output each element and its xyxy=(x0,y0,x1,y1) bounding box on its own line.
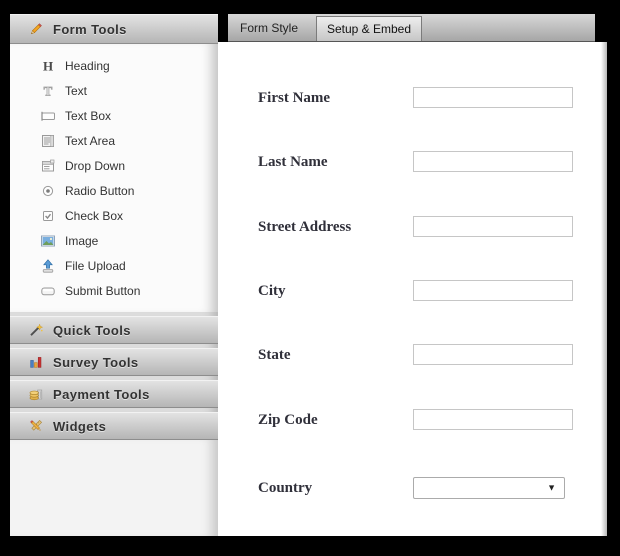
tab-label: Form Style xyxy=(239,20,298,35)
textbox-icon xyxy=(41,111,55,121)
tool-item-submit-button[interactable]: Submit Button xyxy=(40,278,218,303)
panel-edge-shadow xyxy=(601,42,607,536)
tool-item-label: Drop Down xyxy=(65,158,126,173)
first-name-input[interactable] xyxy=(413,87,573,108)
image-icon xyxy=(41,235,55,246)
tool-item-label: Text Box xyxy=(65,108,112,123)
field-label: First Name xyxy=(258,90,331,106)
tool-item-text-area[interactable]: Text Area xyxy=(40,128,218,153)
tool-item-label: Text Area xyxy=(65,133,116,148)
form-field-row: First Name xyxy=(258,87,607,110)
tool-item-label: File Upload xyxy=(65,258,126,273)
textarea-icon xyxy=(42,134,54,147)
form-field-row: Last Name xyxy=(258,151,607,174)
form-field-row: City xyxy=(258,280,607,303)
button-icon xyxy=(41,287,55,295)
field-label: Last Name xyxy=(258,154,328,170)
form-field-row: Country ▼ xyxy=(258,477,607,500)
radio-icon xyxy=(42,185,54,196)
wand-icon xyxy=(30,323,44,336)
zip-code-input[interactable] xyxy=(413,409,573,430)
field-label: Zip Code xyxy=(258,412,318,428)
svg-text:H: H xyxy=(43,58,53,73)
text-icon: T xyxy=(43,83,53,99)
city-input[interactable] xyxy=(413,280,573,301)
section-label: Widgets xyxy=(53,418,107,434)
tool-item-label: Image xyxy=(65,233,99,248)
section-label: Survey Tools xyxy=(53,354,139,370)
checkbox-icon xyxy=(43,210,53,221)
dropdown-arrow-icon: ▼ xyxy=(547,482,556,493)
street-address-input[interactable] xyxy=(413,216,573,237)
field-label: Street Address xyxy=(258,219,352,235)
tools-sidebar: Form Tools H Heading T Text Text Box Tex… xyxy=(10,14,218,536)
form-tools-list: H Heading T Text Text Box Text Area Drop… xyxy=(10,44,218,312)
tool-item-image[interactable]: Image xyxy=(40,228,218,253)
form-field-row: State xyxy=(258,344,607,367)
tool-item-file-upload[interactable]: File Upload xyxy=(40,253,218,278)
form-preview-panel: First Name Last Name Street Address City… xyxy=(218,42,607,536)
bar-chart-icon xyxy=(30,357,42,368)
section-header-widgets[interactable]: Widgets xyxy=(10,412,218,440)
section-label: Form Tools xyxy=(53,21,127,37)
form-field-row: Street Address xyxy=(258,216,607,239)
top-tab-bar: Form Style Setup & Embed xyxy=(228,14,595,42)
heading-icon: H xyxy=(43,58,53,73)
tool-item-text[interactable]: T Text xyxy=(40,78,218,103)
form-builder-window: Form Tools H Heading T Text Text Box Tex… xyxy=(0,0,620,556)
section-header-payment-tools[interactable]: Payment Tools xyxy=(10,380,218,408)
form-field-row: Zip Code xyxy=(258,409,607,432)
tool-item-label: Text xyxy=(65,83,88,98)
widgets-icon xyxy=(30,419,43,431)
tool-item-label: Radio Button xyxy=(65,183,135,198)
section-header-survey-tools[interactable]: Survey Tools xyxy=(10,348,218,376)
section-header-quick-tools[interactable]: Quick Tools xyxy=(10,316,218,344)
tool-item-drop-down[interactable]: Drop Down xyxy=(40,153,218,178)
last-name-input[interactable] xyxy=(413,151,573,172)
tab-setup-embed[interactable]: Setup & Embed xyxy=(316,16,422,41)
section-header-form-tools[interactable]: Form Tools xyxy=(10,14,218,44)
country-select[interactable]: ▼ xyxy=(413,477,565,499)
coins-icon xyxy=(29,389,43,401)
sidebar-empty-area xyxy=(10,440,218,536)
tool-item-label: Check Box xyxy=(65,208,124,223)
tool-item-check-box[interactable]: Check Box xyxy=(40,203,218,228)
tool-item-heading[interactable]: H Heading xyxy=(40,53,218,78)
tab-label: Setup & Embed xyxy=(326,22,412,36)
dropdown-icon xyxy=(42,159,55,171)
section-label: Quick Tools xyxy=(53,322,131,338)
field-label: Country xyxy=(258,480,313,496)
tool-item-label: Submit Button xyxy=(65,283,141,298)
svg-text:T: T xyxy=(44,83,53,98)
tool-item-text-box[interactable]: Text Box xyxy=(40,103,218,128)
tool-item-label: Heading xyxy=(65,58,110,73)
section-label: Payment Tools xyxy=(53,386,150,402)
state-input[interactable] xyxy=(413,344,573,365)
upload-icon xyxy=(42,258,54,273)
tab-form-style[interactable]: Form Style xyxy=(228,14,310,41)
pencil-icon xyxy=(30,23,42,35)
tool-item-radio-button[interactable]: Radio Button xyxy=(40,178,218,203)
field-label: City xyxy=(258,283,286,299)
field-label: State xyxy=(258,347,291,363)
